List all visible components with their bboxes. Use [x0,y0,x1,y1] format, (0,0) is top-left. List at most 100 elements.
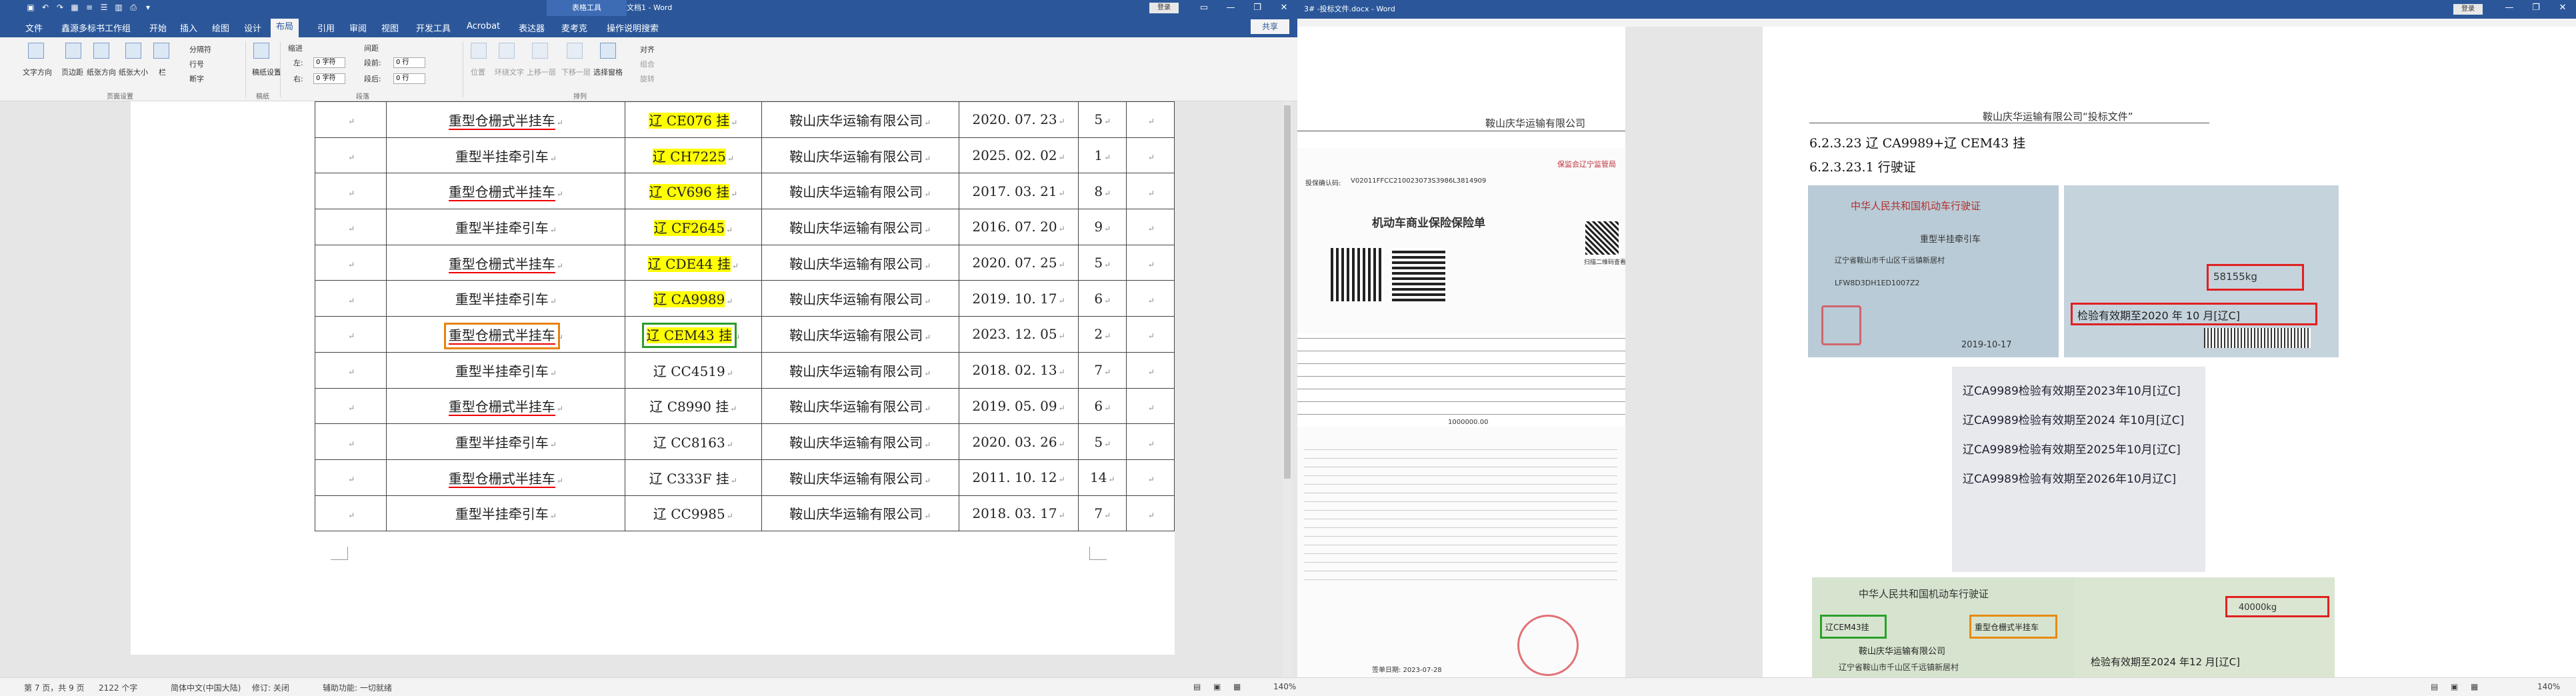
columns-button[interactable]: 栏 [159,67,166,77]
print-layout-icon[interactable]: ▣ [2451,682,2458,691]
columns-icon[interactable] [153,43,169,59]
orientation-icon[interactable] [93,43,109,59]
years-used-cell[interactable]: 5 ↵ [1078,244,1127,281]
close-icon[interactable]: ✕ [1271,0,1297,16]
vehicle-type-cell[interactable]: 重型半挂牵引车 ↵ [386,495,626,532]
plate-number-cell[interactable]: 辽 C8990 挂 ↵ [625,387,762,425]
print-layout-icon[interactable]: ▣ [1213,682,1221,691]
hyphenation-button[interactable]: 断字 [189,73,204,84]
size-icon[interactable] [125,43,141,59]
tab-design[interactable]: 设计 [244,21,261,34]
vehicle-type-cell[interactable]: 重型半挂牵引车 ↵ [386,423,626,460]
company-cell[interactable]: 鞍山庆华运输有限公司 ↵ [761,316,959,353]
row-group-cell[interactable]: ↵ [314,495,387,532]
wrap-text-button[interactable]: 环绕文字 [495,67,524,77]
read-mode-icon[interactable]: ▤ [1193,682,1201,691]
row-group-cell[interactable]: ↵ [314,137,387,174]
row-group-cell[interactable]: ↵ [314,459,387,496]
company-cell[interactable]: 鞍山庆华运输有限公司 ↵ [761,244,959,281]
registration-date-cell[interactable]: 2019. 05. 09 ↵ [958,387,1079,425]
row-group-cell[interactable]: ↵ [314,173,387,210]
bring-forward-icon[interactable] [532,43,548,59]
tab-expr[interactable]: 表达器 [519,21,545,34]
registration-date-cell[interactable]: 2017. 03. 21 ↵ [958,173,1079,210]
registration-date-cell[interactable]: 2011. 10. 12 ↵ [958,459,1079,496]
text-direction-icon[interactable] [28,43,44,59]
years-used-cell[interactable]: 7 ↵ [1078,495,1127,532]
plate-number-cell[interactable]: 辽 CV696 挂 ↵ [625,173,762,210]
registration-date-cell[interactable]: 2020. 07. 25 ↵ [958,244,1079,281]
wrap-text-icon[interactable] [499,43,515,59]
row-group-cell[interactable]: ↵ [314,351,387,389]
vehicle-type-cell[interactable]: 重型仓栅式半挂车 ↵ [386,173,626,210]
text-direction-button[interactable]: 文字方向 [23,67,52,77]
remark-cell[interactable]: ↵ [1126,423,1175,460]
tab-review[interactable]: 审阅 [349,21,367,34]
align-center-icon[interactable]: ☰ [99,2,109,13]
read-mode-icon[interactable]: ▤ [2431,682,2438,691]
remark-cell[interactable]: ↵ [1126,351,1175,389]
remark-cell[interactable]: ↵ [1126,209,1175,245]
company-cell[interactable]: 鞍山庆华运输有限公司 ↵ [761,173,959,210]
years-used-cell[interactable]: 6 ↵ [1078,387,1127,425]
years-used-cell[interactable]: 7 ↵ [1078,351,1127,389]
company-cell[interactable]: 鞍山庆华运输有限公司 ↵ [761,387,959,425]
vertical-scrollbar[interactable] [1283,101,1292,677]
company-cell[interactable]: 鞍山庆华运输有限公司 ↵ [761,209,959,245]
plate-number-cell[interactable]: 辽 CA9989 ↵ [625,280,762,317]
grid-icon[interactable]: ▦ [69,2,80,13]
spacing-before-input[interactable]: 0 行 [393,57,425,68]
vehicle-type-cell[interactable]: 重型仓栅式半挂车 ↵ [386,316,626,353]
send-backward-icon[interactable] [567,43,583,59]
years-used-cell[interactable]: 8 ↵ [1078,173,1127,210]
margins-icon[interactable] [65,43,81,59]
vehicle-type-cell[interactable]: 重型仓栅式半挂车 ↵ [386,459,626,496]
plate-number-cell[interactable]: 辽 CF2645 ↵ [625,209,762,245]
plate-number-cell[interactable]: 辽 CC8163 ↵ [625,423,762,460]
plate-number-cell[interactable]: 辽 CE076 挂 ↵ [625,101,762,138]
tell-me-search[interactable]: 操作说明搜索 [607,21,659,34]
send-backward-button[interactable]: 下移一层 [561,67,591,77]
years-used-cell[interactable]: 5 ↵ [1078,423,1127,460]
row-group-cell[interactable]: ↵ [314,244,387,281]
remark-cell[interactable]: ↵ [1126,316,1175,353]
customize-icon[interactable]: ▾ [143,2,153,13]
word-count[interactable]: 2122 个字 [99,682,137,693]
orientation-button[interactable]: 纸张方向 [87,67,116,77]
vehicle-type-cell[interactable]: 重型半挂牵引车 ↵ [386,280,626,317]
remark-cell[interactable]: ↵ [1126,244,1175,281]
tab-insert[interactable]: 插入 [180,21,197,34]
redo-icon[interactable]: ↷ [55,2,65,13]
plate-number-cell[interactable]: 辽 CH7225 ↵ [625,137,762,174]
page-count[interactable]: 第 7 页，共 9 页 [24,682,85,693]
years-used-cell[interactable]: 14 ↵ [1078,459,1127,496]
save-icon[interactable]: ▣ [25,2,36,13]
spacing-after-input[interactable]: 0 行 [393,73,425,84]
registration-date-cell[interactable]: 2025. 02. 02 ↵ [958,137,1079,174]
indent-right-input[interactable]: 0 字符 [313,73,345,84]
tab-draw[interactable]: 绘图 [212,21,229,34]
tab-view[interactable]: 视图 [381,21,399,34]
company-cell[interactable]: 鞍山庆华运输有限公司 ↵ [761,101,959,138]
restore-icon[interactable]: ❐ [2523,0,2549,16]
ribbon-display-icon[interactable]: ▭ [1191,0,1217,16]
tab-mckk[interactable]: 麦考克 [561,21,587,34]
group-button[interactable]: 组合 [640,59,655,69]
print-icon[interactable]: ⎙ [128,2,139,13]
selection-pane-icon[interactable] [600,43,616,59]
years-used-cell[interactable]: 2 ↵ [1078,316,1127,353]
margins-button[interactable]: 页边距 [61,67,83,77]
login-button[interactable]: 登录 [1149,3,1179,13]
company-cell[interactable]: 鞍山庆华运输有限公司 ↵ [761,351,959,389]
vehicle-type-cell[interactable]: 重型仓栅式半挂车 ↵ [386,101,626,138]
tab-bid-tools[interactable]: 鑫源多标书工作组 [61,21,131,34]
registration-date-cell[interactable]: 2016. 07. 20 ↵ [958,209,1079,245]
close-icon[interactable]: ✕ [2549,0,2576,16]
web-layout-icon[interactable]: ▦ [2471,682,2478,691]
remark-cell[interactable]: ↵ [1126,101,1175,138]
plate-number-cell[interactable]: 辽 CEM43 挂 ↵ [625,316,762,353]
row-group-cell[interactable]: ↵ [314,280,387,317]
tab-references[interactable]: 引用 [317,21,335,34]
vehicle-type-cell[interactable]: 重型半挂牵引车 ↵ [386,137,626,174]
size-button[interactable]: 纸张大小 [119,67,148,77]
